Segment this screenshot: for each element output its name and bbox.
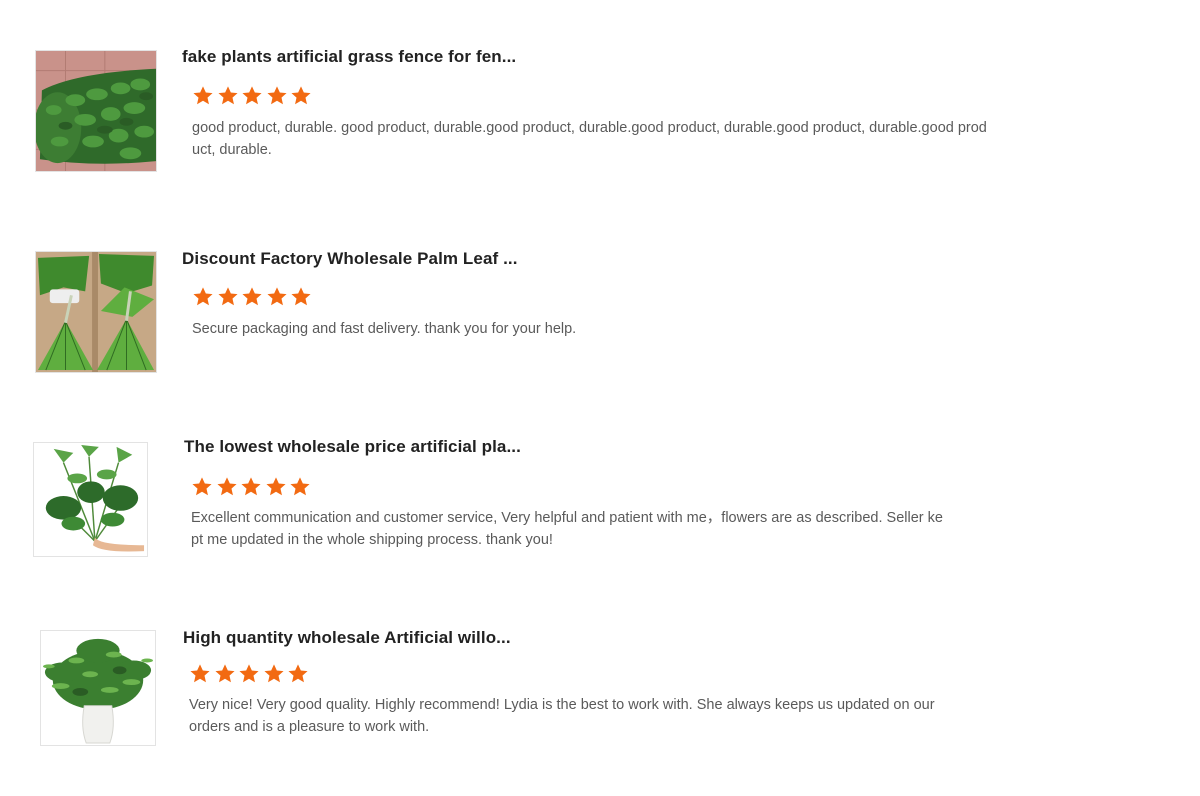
star-rating	[192, 286, 315, 310]
star-icon	[241, 85, 263, 107]
star-icon	[266, 286, 288, 308]
star-icon	[290, 85, 312, 107]
star-rating	[191, 476, 314, 500]
star-icon	[216, 476, 238, 498]
star-icon	[238, 663, 260, 685]
star-icon	[289, 476, 311, 498]
product-thumbnail[interactable]	[40, 630, 156, 746]
review-comment: Excellent communication and customer ser…	[191, 510, 943, 548]
review-comment: good product, durable. good product, dur…	[192, 120, 987, 158]
star-icon	[287, 663, 309, 685]
product-title-link[interactable]: fake plants artificial grass fence for f…	[182, 47, 516, 67]
product-title-link[interactable]: High quantity wholesale Artificial willo…	[183, 628, 511, 648]
product-thumbnail[interactable]	[35, 251, 157, 373]
star-rating	[189, 663, 312, 687]
star-icon	[290, 286, 312, 308]
star-icon	[214, 663, 236, 685]
star-icon	[217, 85, 239, 107]
product-title-link[interactable]: Discount Factory Wholesale Palm Leaf ...	[182, 249, 518, 269]
star-icon	[192, 85, 214, 107]
star-icon	[266, 85, 288, 107]
star-icon	[265, 476, 287, 498]
product-title-link[interactable]: The lowest wholesale price artificial pl…	[184, 437, 521, 457]
palm-leaves-image	[36, 252, 156, 372]
review-comment: Secure packaging and fast delivery. than…	[192, 321, 577, 337]
star-icon	[241, 286, 263, 308]
tropical-leaf-bunch-image	[34, 443, 147, 556]
star-icon	[240, 476, 262, 498]
star-icon	[217, 286, 239, 308]
willow-in-vase-image	[41, 631, 155, 745]
product-thumbnail[interactable]	[33, 442, 148, 557]
star-icon	[192, 286, 214, 308]
review-comment: Very nice! Very good quality. Highly rec…	[189, 697, 935, 735]
review-list: fake plants artificial grass fence for f…	[0, 0, 1200, 796]
star-icon	[191, 476, 213, 498]
star-icon	[263, 663, 285, 685]
hedge-roll-image	[36, 51, 156, 171]
star-icon	[189, 663, 211, 685]
product-thumbnail[interactable]	[35, 50, 157, 172]
star-rating	[192, 85, 315, 109]
